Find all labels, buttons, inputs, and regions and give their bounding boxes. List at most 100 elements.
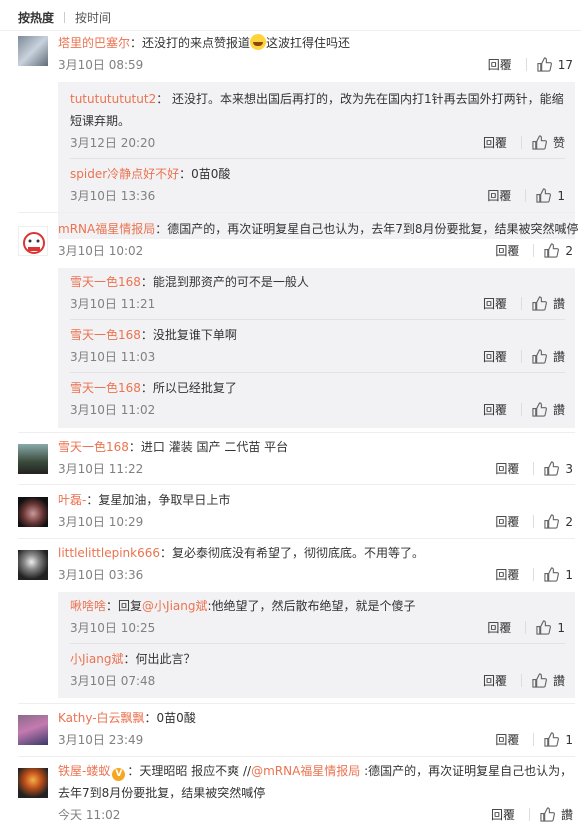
reply-time: 3月10日 11:02: [70, 403, 156, 417]
comment-time: 3月10日 03:36: [58, 568, 144, 582]
like-button[interactable]: 讚: [532, 401, 565, 418]
like-button[interactable]: 17: [537, 57, 573, 72]
comment-text: ：进口 灌装 国产 二代苗 平台: [128, 440, 289, 454]
reply-time: 3月10日 11:21: [70, 297, 156, 311]
avatar[interactable]: [18, 497, 48, 527]
comment-text: ：复星加油，争取早日上市: [86, 493, 231, 507]
reply-button[interactable]: 回覆: [495, 242, 519, 259]
like-count: 1: [565, 567, 573, 582]
like-button[interactable]: 赞: [532, 134, 565, 151]
thumbs-up-icon: [532, 673, 547, 688]
comment-actions: 回覆 1: [495, 566, 573, 583]
comment-time: 3月10日 10:02: [58, 244, 144, 258]
comment-actions: 回覆 讚: [491, 806, 573, 823]
reply-content: 雪天一色168：没批复谁下单啊: [70, 324, 565, 346]
like-button[interactable]: 讚: [540, 806, 573, 823]
like-button[interactable]: 1: [536, 188, 565, 203]
reply-time: 3月12日 20:20: [70, 136, 156, 150]
replier-name[interactable]: 雪天一色168: [70, 381, 141, 395]
thumbs-up-icon: [540, 807, 555, 822]
commenter-name[interactable]: 铁屋-蝼蚁: [58, 764, 110, 778]
like-button[interactable]: 1: [544, 732, 573, 747]
reply-content: spider冷静点好不好：0苗0酸: [70, 163, 565, 185]
action-divider: [520, 350, 522, 363]
replier-name[interactable]: 啾啥啥: [70, 599, 106, 613]
reply-button[interactable]: 回覆: [487, 619, 511, 636]
avatar[interactable]: [18, 36, 48, 66]
avatar[interactable]: [18, 226, 48, 256]
reply-divider: [70, 372, 565, 373]
reply-actions: 回覆 讚: [483, 295, 565, 312]
reply-time: 3月10日 10:25: [70, 621, 156, 635]
mention-link[interactable]: @小Jiang斌: [142, 599, 207, 613]
comment-text-tail: 这波扛得住吗还: [266, 36, 351, 50]
avatar[interactable]: [18, 550, 48, 580]
avatar[interactable]: [18, 444, 48, 474]
commenter-name[interactable]: 叶磊-: [58, 493, 86, 507]
thumbs-up-icon: [544, 243, 560, 258]
replier-name[interactable]: 雪天一色168: [70, 275, 141, 289]
action-divider: [525, 189, 527, 202]
comment-divider: [18, 756, 575, 757]
reply-button[interactable]: 回覆: [488, 56, 512, 73]
reply-button[interactable]: 回覆: [483, 401, 507, 418]
like-button[interactable]: 讚: [532, 672, 565, 689]
comment-divider: [18, 432, 575, 433]
reply-button[interactable]: 回覆: [483, 672, 507, 689]
like-button[interactable]: 1: [544, 567, 573, 582]
replier-name[interactable]: spider冷静点好不好: [70, 167, 179, 181]
mention-link[interactable]: @mRNA福星情报局: [251, 764, 360, 778]
thumbs-up-icon: [532, 135, 547, 150]
sort-by-time-tab[interactable]: 按时间: [75, 9, 111, 26]
reply-content: tutututututut2： 还没打。本来想出国后再打的，改为先在国内打1针再…: [70, 88, 565, 132]
reply-button[interactable]: 回覆: [495, 731, 519, 748]
like-button[interactable]: 1: [536, 620, 565, 635]
like-button[interactable]: 2: [544, 243, 573, 258]
replier-name[interactable]: 雪天一色168: [70, 328, 141, 342]
lucky-cat-icon: [23, 232, 45, 254]
comment-time: 3月10日 11:22: [58, 462, 144, 476]
like-count: 3: [565, 461, 573, 476]
commenter-name[interactable]: 雪天一色168: [58, 440, 129, 454]
reply-button[interactable]: 回覆: [491, 806, 515, 823]
comment-divider: [18, 212, 575, 213]
reply-box: tutututututut2： 还没打。本来想出国后再打的，改为先在国内打1针再…: [58, 82, 575, 239]
comment-actions: 回覆 1: [495, 731, 573, 748]
commenter-name[interactable]: 塔里的巴塞尔: [58, 36, 130, 50]
comment-content: 雪天一色168：进口 灌装 国产 二代苗 平台: [58, 436, 573, 458]
comment-text: ：复必泰彻底没有希望了，彻彻底底。不用等了。: [160, 546, 425, 560]
reply-button[interactable]: 回覆: [495, 513, 519, 530]
sort-by-hot-tab[interactable]: 按热度: [18, 9, 54, 26]
reply-content: 雪天一色168：所以已经批复了: [70, 377, 565, 399]
like-button[interactable]: 讚: [532, 348, 565, 365]
replier-name[interactable]: tutututututut2: [70, 92, 156, 106]
commenter-name[interactable]: Kathy-白云飘飘: [58, 711, 145, 725]
reply-button[interactable]: 回覆: [487, 187, 511, 204]
reply-time: 3月10日 07:48: [70, 674, 156, 688]
comment-time: 3月10日 23:49: [58, 733, 144, 747]
comment-content: 铁屋-蝼蚁 V ：天理昭昭 报应不爽 //@mRNA福星情报局 :德国产的，再次证明…: [58, 760, 573, 804]
reply-button[interactable]: 回覆: [483, 295, 507, 312]
like-button[interactable]: 讚: [532, 295, 565, 312]
like-count: 1: [565, 732, 573, 747]
thumbs-up-icon: [532, 349, 547, 364]
avatar[interactable]: [18, 768, 48, 798]
reply-time: 3月10日 13:36: [70, 189, 156, 203]
reply-button[interactable]: 回覆: [483, 134, 507, 151]
thumbs-up-icon: [544, 567, 560, 582]
commenter-name[interactable]: mRNA福星情报局: [58, 222, 155, 236]
like-button[interactable]: 2: [544, 514, 573, 529]
grinning-emoji-icon: [250, 34, 267, 50]
like-count: 赞: [552, 136, 565, 150]
like-button[interactable]: 3: [544, 461, 573, 476]
reply-button[interactable]: 回覆: [495, 460, 519, 477]
reply-button[interactable]: 回覆: [483, 348, 507, 365]
commenter-name[interactable]: littlelittlepink666: [58, 546, 160, 560]
vip-badge-icon: V: [112, 768, 126, 781]
replier-name[interactable]: 小Jiang斌: [70, 652, 123, 666]
reply-actions: 回覆 讚: [483, 401, 565, 418]
avatar[interactable]: [18, 715, 48, 745]
reply-button[interactable]: 回覆: [495, 566, 519, 583]
thumbs-up-icon: [532, 296, 547, 311]
action-divider: [533, 462, 535, 475]
